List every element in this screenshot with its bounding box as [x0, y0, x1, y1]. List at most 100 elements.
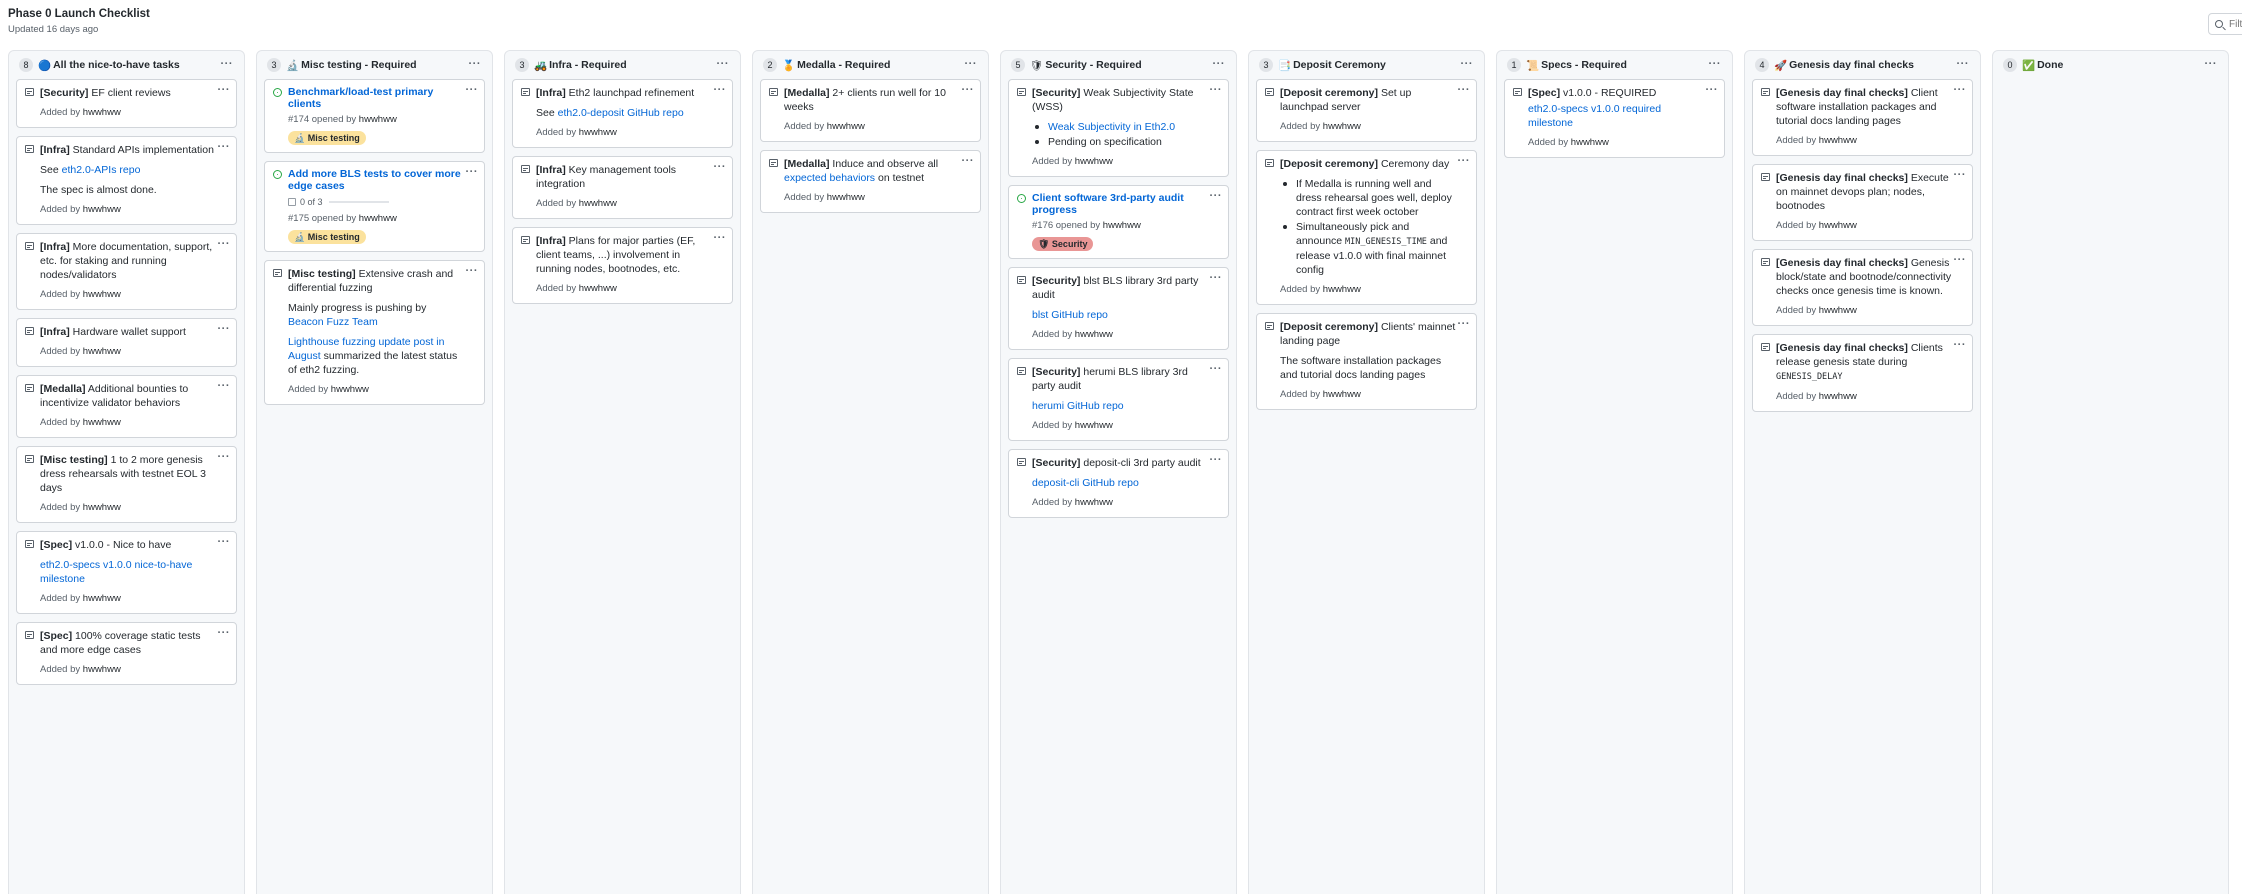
- added-by-user[interactable]: hwwhww: [83, 664, 121, 675]
- note-link[interactable]: eth2.0-specs v1.0.0 nice-to-have milesto…: [40, 559, 192, 585]
- added-by-user[interactable]: hwwhww: [1819, 391, 1857, 402]
- added-by-user[interactable]: hwwhww: [579, 283, 617, 294]
- card-menu-icon[interactable]: ···: [466, 85, 479, 96]
- card-menu-icon[interactable]: ···: [714, 233, 727, 244]
- column-menu-icon[interactable]: ···: [965, 59, 978, 70]
- added-by-user[interactable]: hwwhww: [1323, 284, 1361, 295]
- added-by-user[interactable]: hwwhww: [83, 204, 121, 215]
- card-menu-icon[interactable]: ···: [1210, 191, 1223, 202]
- misc-testing-label[interactable]: 🔬 Misc testing: [288, 230, 366, 244]
- issue-author[interactable]: hwwhww: [359, 114, 397, 125]
- added-by-user[interactable]: hwwhww: [827, 192, 865, 203]
- column-menu-icon[interactable]: ···: [2205, 59, 2218, 70]
- card-menu-icon[interactable]: ···: [1210, 273, 1223, 284]
- issue-author[interactable]: hwwhww: [359, 213, 397, 224]
- card-menu-icon[interactable]: ···: [714, 85, 727, 96]
- note-card[interactable]: ··· [Infra] Standard APIs implementation S…: [16, 136, 237, 225]
- added-by-user[interactable]: hwwhww: [83, 502, 121, 513]
- issue-card[interactable]: ··· Client software 3rd-party audit progr…: [1008, 185, 1229, 259]
- card-menu-icon[interactable]: ···: [1458, 85, 1471, 96]
- added-by-user[interactable]: hwwhww: [83, 593, 121, 604]
- card-menu-icon[interactable]: ···: [218, 85, 231, 96]
- note-card[interactable]: ··· [Security] blst BLS library 3rd party…: [1008, 267, 1229, 350]
- added-by-user[interactable]: hwwhww: [1075, 156, 1113, 167]
- column-menu-icon[interactable]: ···: [717, 59, 730, 70]
- note-bullet-link[interactable]: Weak Subjectivity in Eth2.0: [1048, 121, 1175, 133]
- added-by-user[interactable]: hwwhww: [1819, 305, 1857, 316]
- card-menu-icon[interactable]: ···: [962, 85, 975, 96]
- note-link[interactable]: eth2.0-specs v1.0.0 required milestone: [1528, 103, 1661, 129]
- issue-title-link[interactable]: Client software 3rd-party audit progress: [1032, 192, 1208, 216]
- note-card[interactable]: ··· [Deposit ceremony] Clients' mainnet l…: [1256, 313, 1477, 410]
- added-by-user[interactable]: hwwhww: [83, 346, 121, 357]
- added-by-user[interactable]: hwwhww: [331, 384, 369, 395]
- card-menu-icon[interactable]: ···: [1954, 255, 1967, 266]
- note-link[interactable]: eth2.0-APIs repo: [62, 164, 141, 176]
- issue-author[interactable]: hwwhww: [1103, 220, 1141, 231]
- note-card[interactable]: ··· [Genesis day final checks] Client sof…: [1752, 79, 1973, 156]
- card-menu-icon[interactable]: ···: [466, 167, 479, 178]
- note-link[interactable]: blst GitHub repo: [1032, 309, 1108, 321]
- added-by-user[interactable]: hwwhww: [83, 107, 121, 118]
- issue-card[interactable]: ··· Add more BLS tests to cover more edge…: [264, 161, 485, 252]
- card-menu-icon[interactable]: ···: [1954, 85, 1967, 96]
- card-menu-icon[interactable]: ···: [218, 452, 231, 463]
- note-link[interactable]: Beacon Fuzz Team: [288, 316, 378, 328]
- filter-cards-box[interactable]: [2208, 13, 2242, 35]
- card-menu-icon[interactable]: ···: [218, 239, 231, 250]
- note-card[interactable]: ··· [Medalla] 2+ clients run well for 10 …: [760, 79, 981, 142]
- card-menu-icon[interactable]: ···: [218, 628, 231, 639]
- added-by-user[interactable]: hwwhww: [1571, 137, 1609, 148]
- note-card[interactable]: ··· [Infra] Eth2 launchpad refinement See …: [512, 79, 733, 148]
- note-card[interactable]: ··· [Spec] v1.0.0 - REQUIRED eth2.0-specs …: [1504, 79, 1725, 158]
- card-menu-icon[interactable]: ···: [218, 142, 231, 153]
- note-card[interactable]: ··· [Security] herumi BLS library 3rd par…: [1008, 358, 1229, 441]
- column-menu-icon[interactable]: ···: [1957, 59, 1970, 70]
- added-by-user[interactable]: hwwhww: [579, 198, 617, 209]
- card-menu-icon[interactable]: ···: [962, 156, 975, 167]
- card-menu-icon[interactable]: ···: [218, 537, 231, 548]
- issue-title-link[interactable]: Benchmark/load-test primary clients: [288, 86, 464, 110]
- note-card[interactable]: ··· [Infra] More documentation, support, …: [16, 233, 237, 310]
- security-label[interactable]: 🛡 Security: [1032, 237, 1094, 251]
- note-card[interactable]: ··· [Genesis day final checks] Clients re…: [1752, 334, 1973, 412]
- added-by-user[interactable]: hwwhww: [1323, 121, 1361, 132]
- added-by-user[interactable]: hwwhww: [83, 417, 121, 428]
- card-menu-icon[interactable]: ···: [1210, 364, 1223, 375]
- note-card[interactable]: ··· [Spec] v1.0.0 - Nice to have eth2.0-sp…: [16, 531, 237, 614]
- column-menu-icon[interactable]: ···: [221, 59, 234, 70]
- note-card[interactable]: ··· [Medalla] Additional bounties to ince…: [16, 375, 237, 438]
- note-link[interactable]: deposit-cli GitHub repo: [1032, 477, 1139, 489]
- issue-card[interactable]: ··· Benchmark/load-test primary clients #1…: [264, 79, 485, 153]
- added-by-user[interactable]: hwwhww: [579, 127, 617, 138]
- added-by-user[interactable]: hwwhww: [1819, 135, 1857, 146]
- note-card[interactable]: ··· [Infra] Hardware wallet support Added …: [16, 318, 237, 367]
- note-link[interactable]: herumi GitHub repo: [1032, 400, 1124, 412]
- note-card[interactable]: ··· [Misc testing] 1 to 2 more genesis dr…: [16, 446, 237, 523]
- added-by-user[interactable]: hwwhww: [83, 289, 121, 300]
- added-by-user[interactable]: hwwhww: [1075, 329, 1113, 340]
- added-by-user[interactable]: hwwhww: [827, 121, 865, 132]
- note-card[interactable]: ··· [Infra] Key management tools integrat…: [512, 156, 733, 219]
- card-menu-icon[interactable]: ···: [218, 324, 231, 335]
- note-card[interactable]: ··· [Genesis day final checks] Genesis bl…: [1752, 249, 1973, 326]
- added-by-user[interactable]: hwwhww: [1323, 389, 1361, 400]
- card-menu-icon[interactable]: ···: [1458, 156, 1471, 167]
- column-menu-icon[interactable]: ···: [469, 59, 482, 70]
- note-card[interactable]: ··· [Deposit ceremony] Ceremony day If Med…: [1256, 150, 1477, 305]
- card-menu-icon[interactable]: ···: [1706, 85, 1719, 96]
- note-card[interactable]: ··· [Medalla] Induce and observe all expe…: [760, 150, 981, 213]
- card-menu-icon[interactable]: ···: [1954, 340, 1967, 351]
- column-menu-icon[interactable]: ···: [1709, 59, 1722, 70]
- card-menu-icon[interactable]: ···: [1210, 455, 1223, 466]
- card-menu-icon[interactable]: ···: [1210, 85, 1223, 96]
- card-menu-icon[interactable]: ···: [218, 381, 231, 392]
- card-menu-icon[interactable]: ···: [1458, 319, 1471, 330]
- column-menu-icon[interactable]: ···: [1461, 59, 1474, 70]
- note-card[interactable]: ··· [Deposit ceremony] Set up launchpad s…: [1256, 79, 1477, 142]
- note-inline-link[interactable]: expected behaviors: [784, 172, 875, 184]
- column-menu-icon[interactable]: ···: [1213, 59, 1226, 70]
- note-card[interactable]: ··· [Spec] 100% coverage static tests and…: [16, 622, 237, 685]
- card-menu-icon[interactable]: ···: [466, 266, 479, 277]
- filter-input[interactable]: [2229, 18, 2242, 30]
